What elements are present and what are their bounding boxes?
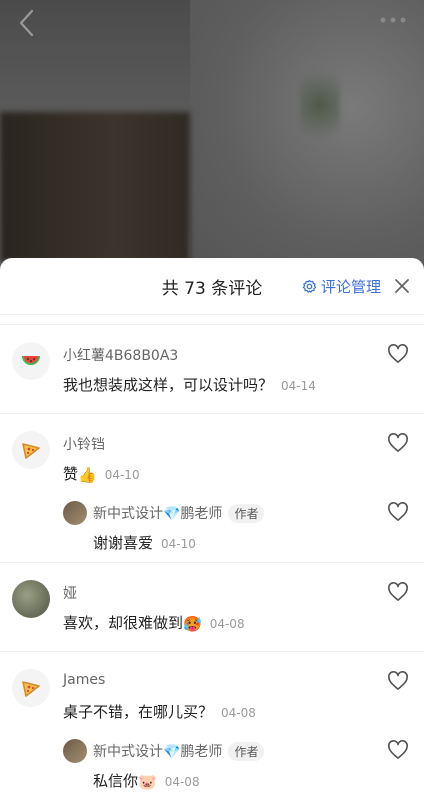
pizza-icon — [22, 443, 40, 459]
comment-date: 04-14 — [281, 379, 316, 393]
comment-item: James 桌子不错，在哪儿买？ 04-08 新中式设计💎鹏老师 作者 私信你🐷 04… — [0, 651, 424, 800]
like-button[interactable] — [387, 344, 409, 364]
comment-text: 赞 — [63, 465, 79, 483]
comments-sheet: 共 73 条评论 评论管理 小红薯4B68B0A3 我也想装成这样，可以设计吗？… — [0, 258, 424, 801]
comment-text: 喜欢，却很难做到 — [63, 614, 184, 632]
heart-icon — [388, 433, 408, 452]
close-icon — [395, 279, 409, 293]
watermelon-icon — [22, 355, 40, 365]
background-photo — [0, 0, 424, 270]
comment-username[interactable]: 娅 — [63, 583, 77, 603]
comment-text-line: 我也想装成这样，可以设计吗？ 04-14 — [63, 374, 316, 395]
back-button[interactable] — [12, 6, 42, 40]
avatar[interactable] — [12, 669, 50, 707]
comment-text-line: 赞👍 04-10 — [63, 463, 140, 484]
heart-icon — [388, 740, 408, 759]
author-badge: 作者 — [228, 742, 265, 761]
background-shelf — [0, 112, 190, 262]
comment-username[interactable]: James — [63, 672, 105, 688]
reply-username[interactable]: 新中式设计 — [93, 744, 163, 760]
reply-username-line: 新中式设计💎鹏老师 作者 — [93, 503, 265, 523]
comment-text: 我也想装成这样，可以设计吗？ — [63, 376, 274, 394]
reply-username-suffix[interactable]: 鹏老师 — [180, 506, 222, 522]
reply-avatar[interactable] — [63, 739, 87, 763]
heart-icon — [388, 502, 408, 521]
reply-avatar[interactable] — [63, 501, 87, 525]
gear-icon — [302, 279, 317, 293]
thumbs-up-emoji: 👍 — [78, 465, 97, 484]
hot-face-emoji: 🥵 — [183, 614, 202, 633]
comment-list: 小红薯4B68B0A3 我也想装成这样，可以设计吗？ 04-14 小铃铛 赞👍 … — [0, 324, 424, 800]
chevron-left-icon — [19, 9, 34, 37]
author-badge: 作者 — [228, 504, 265, 523]
reply-text: 谢谢喜爱 — [93, 534, 154, 552]
like-button[interactable] — [387, 740, 409, 760]
comment-manage-button[interactable]: 评论管理 — [302, 276, 381, 297]
diamond-emoji: 💎 — [163, 506, 181, 522]
sheet-header: 共 73 条评论 评论管理 — [0, 258, 424, 315]
background-plant — [300, 60, 340, 150]
reply-username[interactable]: 新中式设计 — [93, 506, 163, 522]
reply-username-suffix[interactable]: 鹏老师 — [180, 744, 222, 760]
heart-icon — [388, 671, 408, 690]
comment-text-line: 桌子不错，在哪儿买？ 04-08 — [63, 701, 256, 722]
reply-date: 04-08 — [164, 775, 200, 789]
comment-username[interactable]: 小铃铛 — [63, 434, 105, 454]
pizza-icon — [22, 681, 40, 697]
reply-text-line: 谢谢喜爱 04-10 — [93, 532, 196, 553]
comment-text: 桌子不错，在哪儿买？ — [63, 703, 214, 721]
avatar[interactable] — [12, 580, 50, 618]
diamond-emoji: 💎 — [163, 744, 181, 760]
comment-item: 小铃铛 赞👍 04-10 新中式设计💎鹏老师 作者 谢谢喜爱 04-10 — [0, 413, 424, 562]
comment-date: 04-10 — [104, 468, 140, 482]
comment-text-line: 喜欢，却很难做到🥵 04-08 — [63, 612, 245, 633]
avatar[interactable] — [12, 342, 50, 380]
comment-manage-label: 评论管理 — [321, 278, 382, 296]
more-button[interactable] — [378, 10, 412, 30]
reply-date: 04-10 — [161, 537, 196, 551]
comment-item: 娅 喜欢，却很难做到🥵 04-08 — [0, 562, 424, 651]
like-button[interactable] — [387, 433, 409, 453]
like-button[interactable] — [387, 502, 409, 522]
heart-icon — [388, 344, 408, 363]
avatar[interactable] — [12, 431, 50, 469]
reply-text-line: 私信你🐷 04-08 — [93, 770, 200, 791]
close-button[interactable] — [392, 276, 412, 296]
like-button[interactable] — [387, 671, 409, 691]
heart-icon — [388, 582, 408, 601]
comment-date: 04-08 — [221, 706, 256, 720]
reply-text: 私信你 — [93, 772, 139, 790]
comment-item: 小红薯4B68B0A3 我也想装成这样，可以设计吗？ 04-14 — [0, 324, 424, 413]
pig-face-emoji: 🐷 — [138, 772, 157, 791]
comment-date: 04-08 — [209, 617, 245, 631]
more-dots-icon — [380, 17, 406, 23]
like-button[interactable] — [387, 582, 409, 602]
reply-username-line: 新中式设计💎鹏老师 作者 — [93, 741, 265, 761]
comment-username[interactable]: 小红薯4B68B0A3 — [63, 345, 178, 365]
